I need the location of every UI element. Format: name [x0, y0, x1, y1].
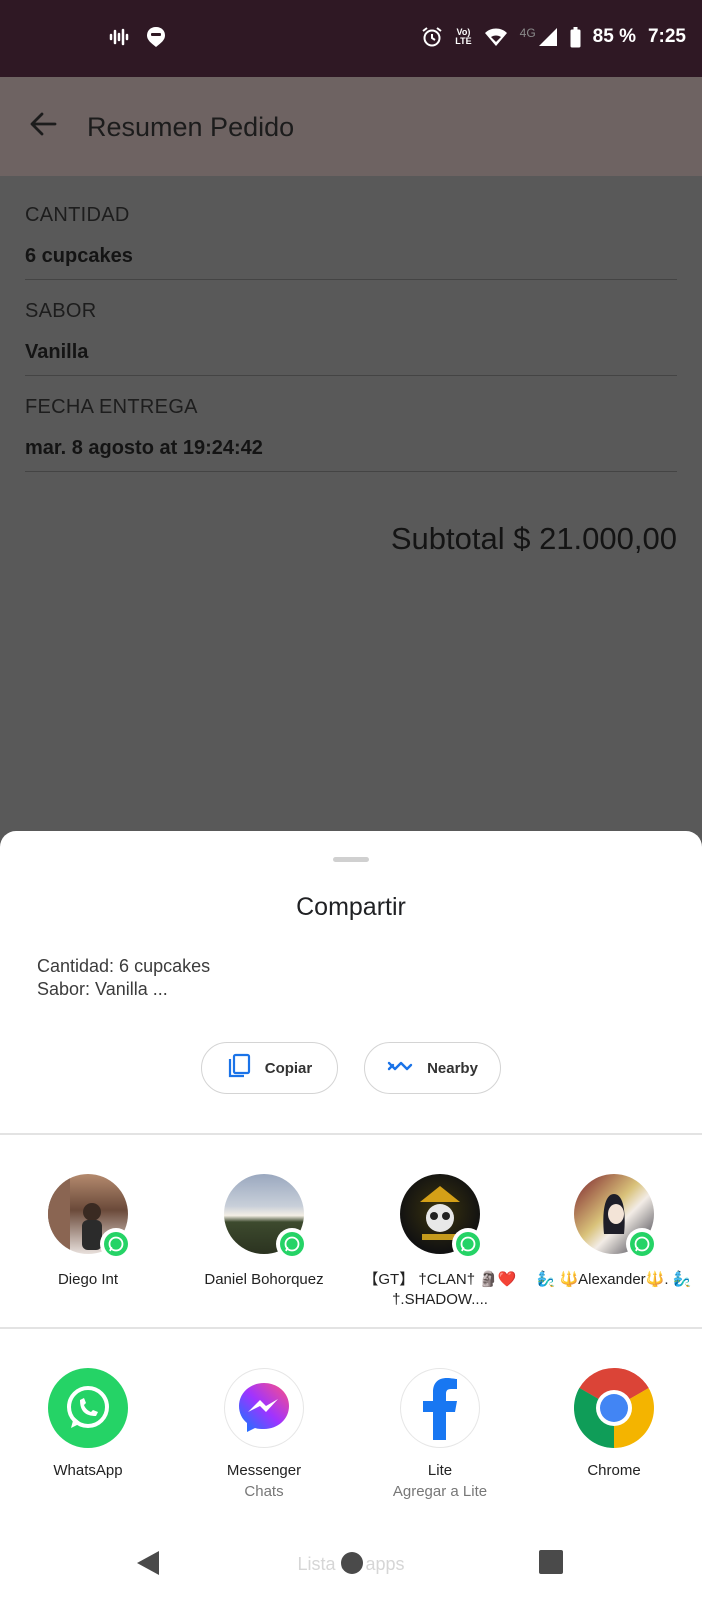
app-subtitle: Chats [244, 1483, 284, 1500]
target-name: Daniel Bohorquez [204, 1271, 324, 1288]
clock: 7:25 [647, 26, 686, 47]
divider [0, 1133, 702, 1135]
field-value: mar. 8 agosto at 19:24:42 [25, 437, 263, 459]
field-label: SABOR [25, 300, 97, 322]
messenger-icon [224, 1368, 304, 1448]
status-left-icons [108, 26, 166, 48]
whatsapp-icon [276, 1228, 308, 1260]
whatsapp-icon [100, 1228, 132, 1260]
field-sabor: SABOR Vanilla [25, 300, 677, 376]
navigation-bar [0, 1526, 702, 1600]
volte-icon: Vo) LTE [455, 27, 472, 46]
app-name: Chrome [587, 1462, 641, 1479]
alarm-icon [421, 26, 443, 48]
map-pin-message-icon [146, 26, 166, 48]
field-cantidad: CANTIDAD 6 cupcakes [25, 204, 677, 280]
copy-button[interactable]: Copiar [201, 1042, 338, 1094]
share-preview-text: Cantidad: 6 cupcakes Sabor: Vanilla ... [37, 955, 210, 1001]
signal-4g-icon [538, 27, 558, 47]
whatsapp-icon [48, 1368, 128, 1448]
share-sheet-title: Compartir [296, 893, 406, 921]
field-label: CANTIDAD [25, 204, 130, 226]
field-label: FECHA ENTREGA [25, 396, 198, 418]
target-name: 🧞‍♂️ 🔱Alexander🔱. 🧞‍♂️ [536, 1271, 692, 1288]
app-messenger[interactable]: Messenger Chats [176, 1368, 352, 1500]
app-name: Messenger [226, 1462, 302, 1479]
status-bar: Vo) LTE 4G 85 % 7:25 [0, 0, 702, 77]
whatsapp-icon [626, 1228, 658, 1260]
network-type-label: 4G [519, 26, 536, 40]
battery-percent: 85 % [592, 26, 636, 47]
app-bar: Resumen Pedido [0, 77, 702, 176]
app-subtitle: Agregar a Lite [392, 1483, 488, 1500]
battery-icon [570, 26, 581, 48]
direct-share-target[interactable]: 🧞‍♂️ 🔱Alexander🔱. 🧞‍♂️ [526, 1174, 702, 1290]
app-name: WhatsApp [53, 1462, 123, 1479]
direct-share-target[interactable]: 【GT】 †CLAN† 🗿❤️†.SHADOW.... [352, 1174, 528, 1310]
recents-square-icon[interactable] [539, 1550, 563, 1579]
target-name: Diego Int [57, 1271, 119, 1288]
nearby-button-label: Nearby [427, 1059, 478, 1077]
page-title: Resumen Pedido [87, 112, 295, 142]
copy-button-label: Copiar [264, 1059, 313, 1077]
nearby-button[interactable]: Nearby [364, 1042, 501, 1094]
field-value: Vanilla [25, 341, 89, 363]
app-whatsapp[interactable]: WhatsApp [0, 1368, 176, 1479]
back-triangle-icon[interactable] [135, 1550, 161, 1581]
facebook-icon [400, 1368, 480, 1448]
audio-waveform-icon [108, 28, 130, 46]
nearby-share-icon [387, 1058, 413, 1078]
drag-handle[interactable] [333, 857, 369, 862]
preview-line: Sabor: Vanilla ... [37, 979, 168, 999]
subtotal: Subtotal $ 21.000,00 [390, 521, 677, 556]
divider [0, 1327, 702, 1329]
home-circle-icon[interactable] [340, 1551, 364, 1580]
app-chrome[interactable]: Chrome [526, 1368, 702, 1479]
chrome-icon [574, 1368, 654, 1448]
status-right-icons: Vo) LTE 4G 85 % 7:25 [421, 26, 686, 48]
app-name: Lite [427, 1462, 453, 1479]
field-value: 6 cupcakes [25, 245, 133, 267]
order-summary: CANTIDAD 6 cupcakes SABOR Vanilla FECHA … [0, 176, 702, 831]
copy-icon [227, 1053, 251, 1083]
arrow-back-icon[interactable] [28, 109, 58, 144]
whatsapp-icon [452, 1228, 484, 1260]
target-name: 【GT】 †CLAN† 🗿❤️†.SHADOW.... [363, 1271, 517, 1308]
preview-line: Cantidad: 6 cupcakes [37, 956, 211, 976]
share-sheet: Compartir Cantidad: 6 cupcakes Sabor: Va… [0, 831, 702, 1600]
direct-share-target[interactable]: Diego Int [0, 1174, 176, 1290]
field-fecha-entrega: FECHA ENTREGA mar. 8 agosto at 19:24:42 [25, 396, 677, 472]
app-facebook-lite[interactable]: Lite Agregar a Lite [352, 1368, 528, 1500]
direct-share-target[interactable]: Daniel Bohorquez [176, 1174, 352, 1290]
wifi-icon [484, 27, 508, 47]
